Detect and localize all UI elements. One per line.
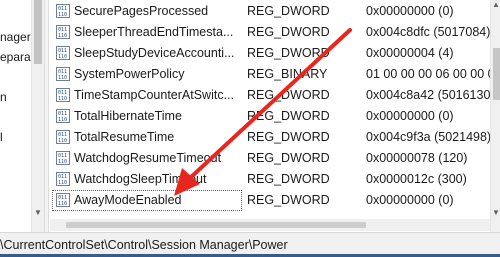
- value-data: 0x00000000 (0): [366, 109, 454, 123]
- value-name-cell[interactable]: 011 110 TimeStampCounterAtSwitc...: [52, 85, 242, 106]
- reg-binary-icon: 011110: [56, 130, 70, 144]
- value-name: TimeStampCounterAtSwitc...: [74, 88, 235, 102]
- registry-value-row[interactable]: 011 110 AwayModeEnabled REG_DWORD 0x00000000…: [50, 190, 490, 211]
- registry-value-row[interactable]: 011 110 SecurePagesProcessed REG_DWORD 0x000…: [50, 1, 490, 22]
- value-data: 0x004c8a42 (5016130): [366, 88, 490, 102]
- registry-value-row[interactable]: 011 110 WatchdogSleepTimeout REG_DWORD 0x000…: [50, 169, 490, 190]
- reg-binary-icon: 011110: [56, 193, 70, 207]
- reg-binary-icon: 011110: [56, 46, 70, 60]
- value-type: REG_DWORD: [247, 46, 330, 60]
- registry-editor-window: nager epara n l ▼ 011 110 SecurePagesProce…: [0, 0, 500, 257]
- value-name-cell[interactable]: 011 110 WatchdogSleepTimeout: [52, 169, 242, 190]
- svg-text:110: 110: [58, 201, 67, 207]
- value-name: TotalResumeTime: [74, 130, 175, 144]
- reg-binary-icon: 011110: [56, 151, 70, 165]
- value-name-cell[interactable]: 011 110 SleepStudyDeviceAccounti...: [52, 43, 242, 64]
- tree-item[interactable]: l: [0, 130, 3, 144]
- value-type: REG_DWORD: [247, 172, 330, 186]
- registry-tree-pane[interactable]: nager epara n l ▼: [0, 0, 44, 232]
- vertical-scrollbar-thumb[interactable]: [493, 48, 500, 100]
- registry-value-row[interactable]: 011 110 SystemPowerPolicy REG_BINARY 01 00 0…: [50, 64, 490, 85]
- svg-text:110: 110: [58, 75, 67, 81]
- svg-text:110: 110: [58, 54, 67, 60]
- value-name-cell[interactable]: 011 110 SecurePagesProcessed: [52, 1, 242, 22]
- value-name: AwayModeEnabled: [74, 193, 182, 207]
- svg-text:110: 110: [58, 12, 67, 18]
- registry-value-row[interactable]: 011 110 SleeperThreadEndTimesta... REG_DWOR…: [50, 22, 490, 43]
- value-data: 0x00000004 (4): [366, 46, 454, 60]
- svg-text:110: 110: [58, 159, 67, 165]
- tree-item[interactable]: n: [0, 90, 7, 104]
- svg-text:110: 110: [58, 96, 67, 102]
- registry-value-row[interactable]: 011 110 TimeStampCounterAtSwitc... REG_DWOR…: [50, 85, 490, 106]
- value-name-cell[interactable]: 011 110 TotalResumeTime: [52, 127, 242, 148]
- value-type: REG_DWORD: [247, 25, 330, 39]
- reg-binary-icon: 011110: [56, 4, 70, 18]
- svg-text:110: 110: [58, 138, 67, 144]
- registry-value-row[interactable]: 011 110 TotalResumeTime REG_DWORD 0x004c9f3a…: [50, 127, 490, 148]
- value-name: WatchdogSleepTimeout: [74, 172, 207, 186]
- value-name-cell[interactable]: 011 110 TotalHibernateTime: [52, 106, 242, 127]
- value-data: 0x00000000 (0): [366, 4, 454, 18]
- tree-scrollbar-thumb[interactable]: [34, 0, 42, 64]
- value-name-cell[interactable]: 011 110 SleeperThreadEndTimesta...: [52, 22, 242, 43]
- value-data: 0x004c8dfc (5017084): [366, 25, 490, 39]
- value-name: SleepStudyDeviceAccounti...: [74, 46, 235, 60]
- value-type: REG_DWORD: [247, 193, 330, 207]
- svg-text:110: 110: [58, 117, 67, 123]
- tree-item[interactable]: epara: [0, 50, 31, 64]
- registry-value-row[interactable]: 011 110 TotalHibernateTime REG_DWORD 0x00000…: [50, 106, 490, 127]
- pane-splitter[interactable]: [44, 0, 49, 232]
- registry-value-row[interactable]: 011 110 WatchdogResumeTimeout REG_DWORD 0x00…: [50, 148, 490, 169]
- value-name-cell[interactable]: 011 110 WatchdogResumeTimeout: [52, 148, 242, 169]
- reg-binary-icon: 011110: [56, 25, 70, 39]
- value-name-cell[interactable]: 011 110 AwayModeEnabled: [52, 190, 242, 211]
- svg-text:110: 110: [58, 180, 67, 186]
- value-data: 0x00000000 (0): [366, 193, 454, 207]
- scroll-down-arrow-icon[interactable]: ▼: [34, 208, 42, 218]
- value-data: 01 00 00 00 06 00 00 0: [366, 67, 490, 81]
- reg-binary-icon: 011110: [56, 172, 70, 186]
- value-name: WatchdogResumeTimeout: [74, 151, 222, 165]
- registry-path: \CurrentControlSet\Control\Session Manag…: [0, 238, 288, 252]
- svg-text:110: 110: [58, 33, 67, 39]
- value-name: TotalHibernateTime: [74, 109, 182, 123]
- tree-item[interactable]: nager: [0, 30, 31, 44]
- value-name: SecurePagesProcessed: [74, 4, 209, 18]
- reg-binary-icon: 011110: [56, 67, 70, 81]
- value-type: REG_DWORD: [247, 130, 330, 144]
- scroll-up-arrow-icon[interactable]: ▲: [491, 0, 500, 10]
- value-type: REG_DWORD: [247, 109, 330, 123]
- scroll-down-arrow-icon[interactable]: ▼: [491, 208, 500, 218]
- value-type: REG_DWORD: [247, 4, 330, 18]
- value-data: 0x0000012c (300): [366, 172, 467, 186]
- value-name-cell[interactable]: 011 110 SystemPowerPolicy: [52, 64, 242, 85]
- registry-value-row[interactable]: 011 110 SleepStudyDeviceAccounti... REG_DWO…: [50, 43, 490, 64]
- value-data: 0x00000078 (120): [366, 151, 468, 165]
- vertical-scrollbar[interactable]: ▲ ▼: [490, 0, 500, 232]
- value-name: SleeperThreadEndTimesta...: [74, 25, 234, 39]
- reg-binary-icon: 011110: [56, 109, 70, 123]
- tree-scrollbar[interactable]: ▼: [31, 0, 44, 232]
- value-data: 0x004c9f3a (5021498): [366, 130, 490, 144]
- horizontal-scrollbar[interactable]: [50, 219, 490, 231]
- value-name: SystemPowerPolicy: [74, 67, 185, 81]
- reg-binary-icon: 011110: [56, 88, 70, 102]
- value-type: REG_DWORD: [247, 151, 330, 165]
- horizontal-scrollbar-thumb[interactable]: [66, 222, 366, 228]
- registry-values-list[interactable]: 011 110 SecurePagesProcessed REG_DWORD 0x000…: [50, 0, 490, 232]
- value-type: REG_DWORD: [247, 88, 330, 102]
- value-type: REG_BINARY: [247, 67, 328, 81]
